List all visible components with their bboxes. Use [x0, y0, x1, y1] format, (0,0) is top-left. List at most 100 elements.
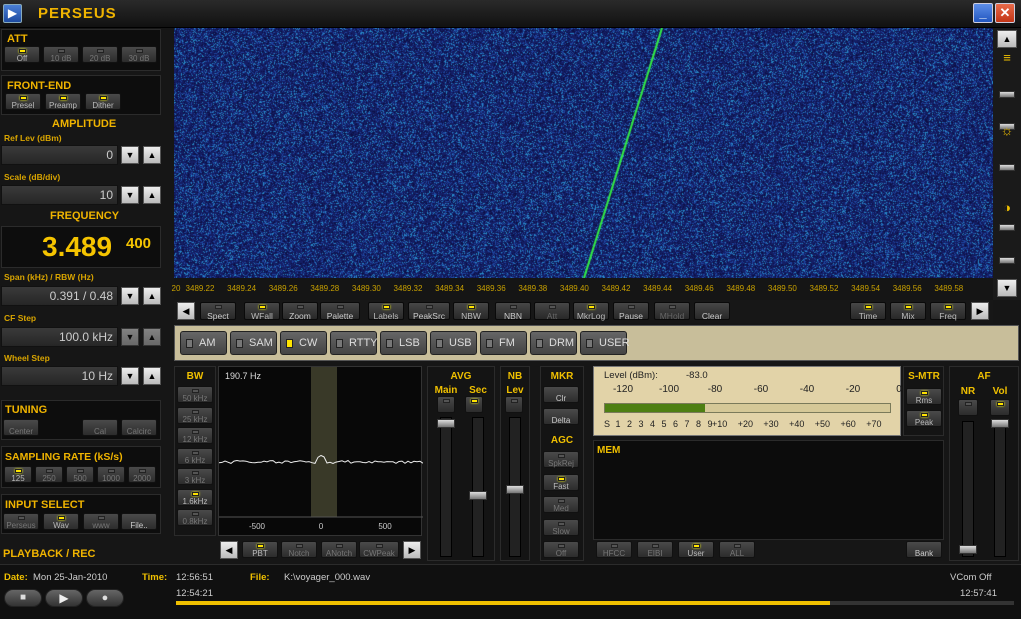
bw-btn-6[interactable]: 0.8kHz — [177, 509, 213, 526]
mode-am-button[interactable]: AM — [180, 331, 227, 355]
scroll-down-button[interactable]: ▼ — [997, 279, 1017, 297]
toolbar-btn-pause[interactable]: Pause — [613, 302, 649, 320]
avg-sec-button[interactable] — [465, 396, 483, 413]
toolbar-btn-time[interactable]: Time — [850, 302, 886, 320]
mode-user-button[interactable]: USER — [580, 331, 630, 355]
att-btn-3[interactable]: 30 dB — [121, 46, 157, 63]
agc-btn-spkrej[interactable]: SpkRej — [543, 451, 579, 468]
agc-btn-fast[interactable]: Fast — [543, 473, 579, 491]
agc-btn-med[interactable]: Med — [543, 496, 579, 513]
cf-step-down-button[interactable]: ▼ — [121, 328, 139, 346]
scale-down-button[interactable]: ▼ — [121, 186, 139, 204]
mode-usb-button[interactable]: USB — [430, 331, 477, 355]
mode-cw-button[interactable]: CW — [280, 331, 327, 355]
contrast-slider-knob[interactable] — [999, 224, 1015, 231]
tuning-btn-2[interactable]: Calcirc — [121, 419, 157, 436]
mem-btn-hfcc[interactable]: HFCC — [596, 541, 632, 558]
ref-level-down-button[interactable]: ▼ — [121, 146, 139, 164]
mkr-btn-clr[interactable]: Clr — [543, 386, 579, 403]
span-up-button[interactable]: ▲ — [143, 287, 161, 305]
filter-scroll-right[interactable]: ▶ — [403, 541, 421, 559]
frontend-btn-0[interactable]: Presel — [5, 93, 41, 110]
nr-track[interactable] — [962, 421, 974, 557]
toolbar-btn-nbw[interactable]: NBW — [453, 302, 489, 320]
toolbar-btn-mix[interactable]: Mix — [890, 302, 926, 320]
bw-btn-5[interactable]: 1.6kHz — [177, 488, 213, 506]
avg-main-button[interactable] — [437, 396, 455, 413]
waterfall-display[interactable] — [174, 28, 993, 278]
input-btn-3[interactable]: File.. — [121, 513, 157, 530]
mem-btn-all[interactable]: ALL — [719, 541, 755, 558]
filter-btn-notch[interactable]: Notch — [281, 541, 317, 558]
frontend-btn-1[interactable]: Preamp — [45, 93, 81, 110]
mode-rtty-button[interactable]: RTTY — [330, 331, 378, 355]
toolbar-scroll-right[interactable]: ▶ — [971, 302, 989, 320]
scale-up-button[interactable]: ▲ — [143, 186, 161, 204]
toolbar-btn-peaksrc[interactable]: PeakSrc — [408, 302, 450, 320]
toolbar-btn-mhold[interactable]: MHold — [654, 302, 690, 320]
toolbar-btn-palette[interactable]: Palette — [320, 302, 360, 320]
scroll-up-button[interactable]: ▲ — [997, 30, 1017, 48]
sampling-btn-4[interactable]: 2000 — [128, 466, 156, 483]
sampling-btn-2[interactable]: 500 — [66, 466, 94, 483]
filter-btn-pbt[interactable]: PBT — [242, 541, 278, 558]
nr-knob[interactable] — [959, 545, 977, 554]
ref-level-up-button[interactable]: ▲ — [143, 146, 161, 164]
toolbar-btn-clear[interactable]: Clear — [694, 302, 730, 320]
smtr-btn-peak[interactable]: Peak — [906, 410, 942, 427]
waterfall-canvas[interactable] — [174, 28, 993, 278]
tuning-btn-0[interactable]: Center — [3, 419, 39, 436]
mode-lsb-button[interactable]: LSB — [380, 331, 427, 355]
mem-btn-eibi[interactable]: EIBI — [637, 541, 673, 558]
mode-fm-button[interactable]: FM — [480, 331, 527, 355]
nb-knob[interactable] — [506, 485, 524, 494]
brightness-level-knob[interactable] — [999, 164, 1015, 171]
wheel-step-field[interactable]: 10 Hz — [1, 366, 118, 386]
input-btn-1[interactable]: Wav — [43, 513, 79, 530]
avg-sec-track[interactable] — [472, 417, 484, 557]
toolbar-btn-att[interactable]: Att — [534, 302, 570, 320]
bw-btn-0[interactable]: 50 kHz — [177, 386, 213, 403]
toolbar-btn-freq[interactable]: Freq — [930, 302, 966, 320]
filter-btn-anotch[interactable]: ANotch — [321, 541, 357, 558]
toolbar-btn-spect[interactable]: Spect — [200, 302, 236, 320]
cf-step-up-button[interactable]: ▲ — [143, 328, 161, 346]
mem-btn-user[interactable]: User — [678, 541, 714, 558]
waterfall-slider-knob-1[interactable] — [999, 91, 1015, 98]
att-btn-0[interactable]: Off — [4, 46, 40, 63]
input-btn-2[interactable]: www — [83, 513, 119, 530]
filter-btn-cwpeak[interactable]: CWPeak — [359, 541, 399, 558]
mode-sam-button[interactable]: SAM — [230, 331, 277, 355]
stop-button[interactable]: ■ — [4, 589, 42, 607]
tuning-btn-1[interactable]: Cal — [82, 419, 118, 436]
sampling-btn-1[interactable]: 250 — [35, 466, 63, 483]
vol-button[interactable] — [990, 399, 1010, 416]
vol-knob[interactable] — [991, 419, 1009, 428]
filter-display[interactable]: 190.7 Hz -500 0 500 — [218, 366, 423, 536]
play-button[interactable]: ▶ — [45, 589, 83, 607]
bw-btn-2[interactable]: 12 kHz — [177, 427, 213, 444]
cf-step-field[interactable]: 100.0 kHz — [1, 327, 118, 347]
mode-drm-button[interactable]: DRM — [530, 331, 577, 355]
scale-field[interactable]: 10 — [1, 185, 118, 205]
agc-btn-slow[interactable]: Slow — [543, 518, 579, 536]
ref-level-field[interactable]: 0 — [1, 145, 118, 165]
frequency-scale[interactable]: 20 3489.22 3489.24 3489.26 3489.28 3489.30 348… — [172, 278, 993, 300]
filter-scroll-left[interactable]: ◀ — [220, 541, 238, 559]
bw-btn-4[interactable]: 3 kHz — [177, 468, 213, 485]
toolbar-btn-mkrlog[interactable]: MkrLog — [573, 302, 609, 320]
app-logo-icon[interactable]: ▶ — [3, 4, 22, 23]
frontend-btn-2[interactable]: Dither — [85, 93, 121, 110]
record-button[interactable]: ● — [86, 589, 124, 607]
att-btn-1[interactable]: 10 dB — [43, 46, 79, 63]
mem-bank-button[interactable]: Bank — [906, 541, 942, 558]
wheel-step-up-button[interactable]: ▲ — [143, 367, 161, 385]
span-field[interactable]: 0.391 / 0.48 — [1, 286, 118, 306]
smtr-btn-rms[interactable]: Rms — [906, 388, 942, 405]
wheel-step-down-button[interactable]: ▼ — [121, 367, 139, 385]
waterfall-speed-icon[interactable]: ≡ — [997, 50, 1017, 68]
nb-button[interactable] — [505, 396, 523, 413]
frequency-display[interactable]: 3.489 400 — [1, 226, 161, 268]
toolbar-btn-zoom[interactable]: Zoom — [282, 302, 318, 320]
avg-main-track[interactable] — [440, 417, 452, 557]
